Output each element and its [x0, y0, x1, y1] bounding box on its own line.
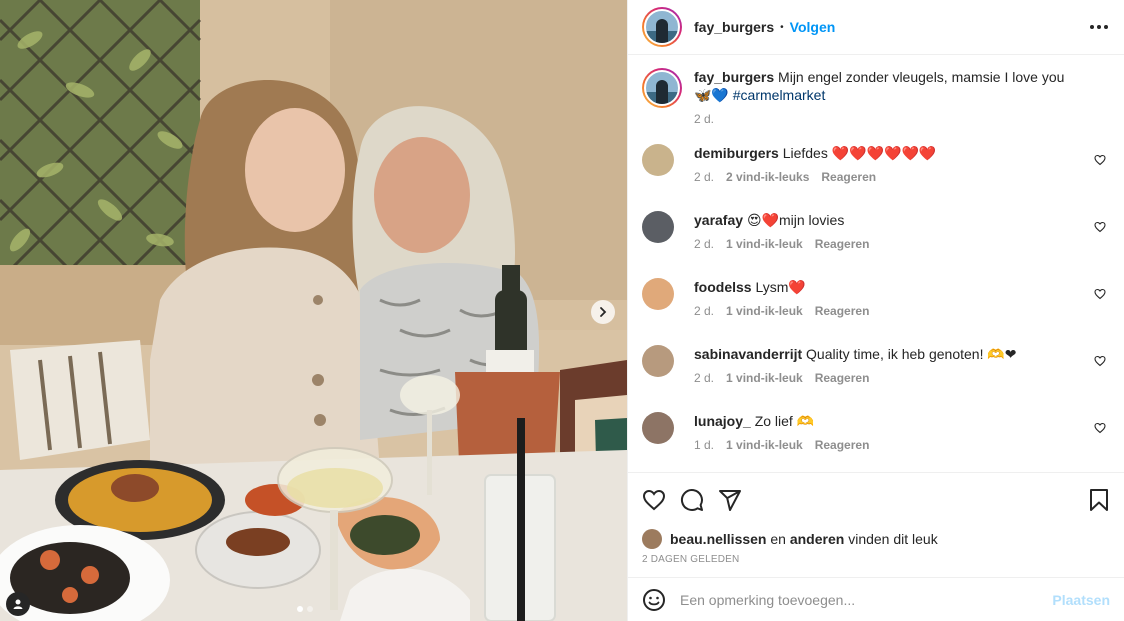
likes-connector: en	[770, 531, 786, 547]
caption: fay_burgers Mijn engel zonder vleugels, …	[642, 68, 1110, 126]
comment-avatar[interactable]	[642, 412, 674, 444]
comment-avatar[interactable]	[642, 144, 674, 176]
post-actions: beau.nellissen en anderen vinden dit leu…	[628, 472, 1124, 565]
comment-heart-icon[interactable]	[1094, 422, 1106, 434]
reply-button[interactable]: Reageren	[815, 237, 870, 251]
carousel-dot-active	[297, 606, 303, 612]
like-button[interactable]	[642, 488, 666, 512]
comment-button[interactable]	[680, 488, 704, 512]
likes-suffix: vinden dit leuk	[848, 531, 938, 547]
add-comment-bar: Plaatsen	[628, 577, 1124, 621]
comments-list[interactable]: fay_burgers Mijn engel zonder vleugels, …	[628, 56, 1124, 471]
share-button[interactable]	[718, 488, 742, 512]
carousel-next-button[interactable]	[591, 300, 615, 324]
share-icon	[719, 490, 741, 511]
post-date: 2 DAGEN GELEDEN	[642, 554, 740, 565]
comment-username[interactable]: lunajoy_	[694, 413, 751, 429]
reply-button[interactable]: Reageren	[815, 438, 870, 452]
likes-others-link[interactable]: anderen	[790, 531, 844, 547]
liker-avatar[interactable]	[642, 529, 662, 549]
more-icon	[1090, 25, 1094, 29]
comment-username[interactable]: foodelss	[694, 279, 752, 295]
emoji-button[interactable]	[642, 588, 666, 612]
post-comment-button[interactable]: Plaatsen	[1052, 592, 1110, 608]
comment-text: 😍❤️mijn lovies	[746, 212, 845, 228]
comment-time: 2 d.	[694, 371, 715, 385]
carousel-indicator	[297, 606, 313, 612]
user-tag-icon	[13, 599, 23, 609]
reply-button[interactable]: Reageren	[815, 371, 870, 385]
comment-text: Liefdes ❤️❤️❤️❤️❤️❤️	[782, 145, 937, 161]
comment-icon	[681, 489, 703, 511]
comment-input[interactable]	[680, 591, 1053, 608]
comment-row: yarafay 😍❤️mijn lovies 2 d. 1 vind-ik-le…	[642, 211, 1110, 278]
comment-heart-icon[interactable]	[1094, 355, 1106, 367]
carousel-dot	[307, 606, 313, 612]
heart-icon	[642, 489, 666, 511]
comment-avatar[interactable]	[642, 278, 674, 310]
comment-row: lunajoy_ Zo lief 🫶 1 d. 1 vind-ik-leuk R…	[642, 412, 1110, 471]
more-options-button[interactable]	[1088, 19, 1110, 35]
comment-row: sabinavanderrijt Quality time, ik heb ge…	[642, 345, 1110, 412]
comment-heart-icon[interactable]	[1094, 154, 1106, 166]
comment-avatar[interactable]	[642, 211, 674, 243]
author-username[interactable]: fay_burgers	[694, 19, 774, 35]
likes-summary: beau.nellissen en anderen vinden dit leu…	[642, 529, 1110, 549]
comment-row: demiburgers Liefdes ❤️❤️❤️❤️❤️❤️ 2 d. 2 …	[642, 144, 1110, 211]
comment-likes-count[interactable]: 2 vind-ik-leuks	[726, 170, 809, 184]
liker-username[interactable]: beau.nellissen	[670, 531, 766, 547]
comment-row: foodelss Lysm❤️ 2 d. 1 vind-ik-leuk Reag…	[642, 278, 1110, 345]
caption-avatar[interactable]	[642, 68, 682, 108]
reply-button[interactable]: Reageren	[821, 170, 876, 184]
comment-avatar[interactable]	[642, 345, 674, 377]
comment-time: 2 d.	[694, 170, 715, 184]
photo-scene	[0, 0, 627, 621]
comment-text: Quality time, ik heb genoten! 🫶❤	[806, 346, 1017, 362]
comment-time: 2 d.	[694, 237, 715, 251]
comment-heart-icon[interactable]	[1094, 288, 1106, 300]
comment-text: Zo lief 🫶	[754, 413, 815, 429]
chevron-right-icon	[600, 307, 607, 317]
comment-likes-count[interactable]: 1 vind-ik-leuk	[726, 237, 803, 251]
comment-time: 1 d.	[694, 438, 715, 452]
tagged-users-button[interactable]	[6, 592, 30, 616]
comment-text: Lysm❤️	[755, 279, 806, 295]
caption-time: 2 d.	[694, 112, 715, 126]
header-separator: •	[780, 21, 784, 33]
reply-button[interactable]: Reageren	[815, 304, 870, 318]
caption-username[interactable]: fay_burgers	[694, 69, 774, 85]
save-button[interactable]	[1088, 488, 1110, 512]
emoji-icon	[643, 588, 665, 611]
post-side-panel: fay_burgers • Volgen fay_burgers Mijn en…	[627, 0, 1124, 621]
comment-likes-count[interactable]: 1 vind-ik-leuk	[726, 438, 803, 452]
follow-button[interactable]: Volgen	[790, 19, 836, 35]
comment-username[interactable]: demiburgers	[694, 145, 779, 161]
author-avatar[interactable]	[642, 7, 682, 47]
post-header: fay_burgers • Volgen	[628, 0, 1124, 55]
comment-username[interactable]: yarafay	[694, 212, 743, 228]
comment-likes-count[interactable]: 1 vind-ik-leuk	[726, 304, 803, 318]
comment-likes-count[interactable]: 1 vind-ik-leuk	[726, 371, 803, 385]
comment-username[interactable]: sabinavanderrijt	[694, 346, 802, 362]
post-photo[interactable]	[0, 0, 627, 621]
comment-time: 2 d.	[694, 304, 715, 318]
comment-heart-icon[interactable]	[1094, 221, 1106, 233]
post-dialog: fay_burgers • Volgen fay_burgers Mijn en…	[0, 0, 1124, 621]
caption-hashtag[interactable]: #carmelmarket	[733, 87, 826, 103]
bookmark-icon	[1090, 489, 1108, 511]
